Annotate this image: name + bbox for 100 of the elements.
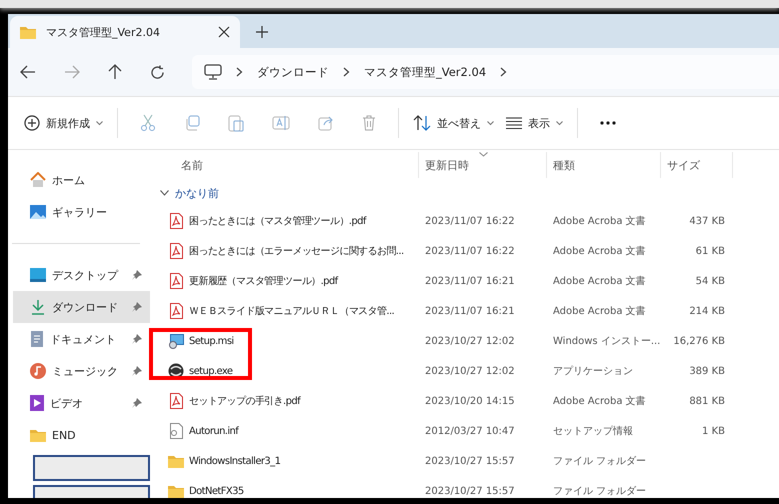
type-cell-text: Adobe Acroba 文書 — [553, 304, 646, 318]
column-header[interactable]: 更新日時 — [419, 152, 547, 178]
refresh-icon[interactable] — [150, 64, 165, 80]
size-cell: 1 KB — [702, 426, 725, 436]
plus-icon — [24, 115, 40, 131]
sort-icon — [413, 115, 431, 131]
date-cell: 2023/10/27 15:57 — [425, 486, 515, 496]
tab-title: マスタ管理型_Ver2.04 — [46, 24, 161, 40]
pdf-file-icon — [167, 393, 185, 409]
type-cell-text: アプリケーション — [553, 364, 633, 378]
file-name[interactable]: 困ったときには（マスタ管理ツール）.pdf — [189, 214, 366, 228]
file-name[interactable]: WindowsInstaller3_1 — [189, 456, 280, 466]
view-button[interactable]: 表示 — [500, 112, 569, 134]
file-name[interactable]: 更新履歴（マスタ管理ツール）.pdf — [189, 274, 338, 288]
sidebar-item[interactable]: ホーム — [13, 164, 150, 196]
date-cell: 2023/10/27 12:02 — [425, 366, 515, 376]
folder-icon — [167, 484, 185, 498]
date-cell: 2023/10/27 12:02 — [425, 336, 515, 346]
cut-icon[interactable] — [140, 114, 156, 132]
more-icon[interactable] — [600, 121, 616, 125]
share-icon[interactable] — [318, 115, 334, 131]
installer-file-icon — [167, 333, 185, 349]
list-icon — [506, 117, 522, 129]
group-header[interactable]: かなり前 — [157, 180, 779, 206]
back-arrow-icon[interactable] — [20, 65, 36, 79]
date-cell: 2012/03/27 10:47 — [425, 426, 515, 436]
size-cell: 54 KB — [696, 276, 725, 286]
size-cell: 214 KB — [689, 306, 725, 316]
size-cell: 881 KB — [689, 396, 725, 406]
copy-icon[interactable] — [184, 115, 200, 131]
size-cell: 389 KB — [689, 366, 725, 376]
type-cell-text: セットアップ情報 — [553, 424, 633, 438]
type-cell-text: Adobe Acroba 文書 — [553, 394, 646, 408]
disc-icon — [167, 363, 185, 379]
sidebar-item[interactable]: デスクトップ — [13, 259, 150, 291]
breadcrumb-item[interactable]: マスタ管理型_Ver2.04 — [364, 64, 486, 80]
sort-button[interactable]: 並べ替え — [407, 111, 500, 135]
new-tab-icon[interactable] — [256, 26, 268, 38]
file-name[interactable]: DotNetFX35 — [189, 486, 244, 496]
chevron-icon — [236, 67, 243, 77]
forward-arrow-icon[interactable] — [64, 65, 80, 79]
date-cell: 2023/11/07 16:22 — [425, 216, 515, 226]
window-tab[interactable]: マスタ管理型_Ver2.04 — [10, 16, 240, 48]
file-name[interactable]: setup.exe — [189, 366, 232, 376]
desktop-icon — [30, 268, 46, 282]
folder-icon — [20, 25, 36, 39]
close-icon[interactable] — [218, 26, 230, 38]
sidebar-item[interactable]: ミュージック — [13, 355, 150, 387]
sidebar-item[interactable]: ビデオ — [13, 387, 150, 419]
folder-icon — [30, 428, 46, 442]
pdf-file-icon — [167, 273, 185, 289]
type-cell-text: ファイル フォルダー — [553, 485, 646, 498]
chevron-icon — [343, 67, 350, 77]
caret-icon — [556, 120, 563, 126]
download-icon — [30, 299, 46, 315]
file-name[interactable]: 困ったときには（エラーメッセージに関するお問... — [189, 244, 404, 258]
file-name[interactable]: ＷＥＢスライド版マニュアルＵＲＬ（マスタ管... — [189, 304, 394, 318]
type-cell-text: Windows インストー... — [553, 335, 660, 348]
date-cell: 2023/10/27 15:57 — [425, 456, 515, 466]
gallery-icon — [30, 204, 46, 220]
date-cell: 2023/10/20 14:15 — [425, 396, 515, 406]
up-arrow-icon[interactable] — [108, 64, 122, 80]
sidebar-item[interactable]: ダウンロード — [13, 291, 150, 323]
column-header[interactable]: 名前 — [157, 152, 419, 178]
pdf-file-icon — [167, 213, 185, 229]
type-cell-text: Adobe Acroba 文書 — [553, 214, 646, 228]
sidebar-item[interactable]: ギャラリー — [13, 196, 150, 228]
computer-icon — [204, 64, 222, 80]
breadcrumb-item[interactable]: ダウンロード — [257, 64, 329, 80]
folder-icon — [167, 454, 185, 468]
sidebar-item[interactable]: ドキュメント — [13, 323, 150, 355]
documents-icon — [30, 331, 44, 347]
home-icon — [30, 172, 46, 188]
date-cell: 2023/11/07 16:21 — [425, 276, 515, 286]
settings-file-icon — [167, 423, 185, 439]
column-header[interactable]: サイズ — [661, 152, 733, 178]
size-cell: 16,276 KB — [673, 336, 725, 346]
rename-icon[interactable] — [272, 115, 290, 131]
chevron-icon — [500, 67, 508, 77]
delete-icon[interactable] — [362, 115, 376, 131]
date-cell: 2023/11/07 16:22 — [425, 246, 515, 256]
column-header[interactable]: 種類 — [547, 152, 661, 178]
size-cell: 61 KB — [696, 246, 725, 256]
type-cell-text: Adobe Acroba 文書 — [553, 244, 646, 258]
music-icon — [30, 363, 46, 379]
type-cell-text: ファイル フォルダー — [553, 455, 646, 468]
video-icon — [30, 395, 44, 411]
sidebar-item[interactable]: END — [13, 419, 150, 451]
caret-icon — [96, 120, 103, 126]
new-button[interactable]: 新規作成 — [18, 111, 109, 135]
paste-icon[interactable] — [228, 114, 244, 132]
file-name[interactable]: セットアップの手引き.pdf — [189, 394, 300, 408]
file-name[interactable]: Autorun.inf — [189, 426, 238, 436]
size-cell: 437 KB — [689, 216, 725, 226]
pdf-file-icon — [167, 303, 185, 319]
pdf-file-icon — [167, 243, 185, 259]
file-name[interactable]: Setup.msi — [189, 336, 234, 346]
date-cell: 2023/11/07 16:21 — [425, 306, 515, 316]
type-cell-text: Adobe Acroba 文書 — [553, 274, 646, 288]
address-bar[interactable]: ダウンロード マスタ管理型_Ver2.04 — [192, 55, 779, 89]
